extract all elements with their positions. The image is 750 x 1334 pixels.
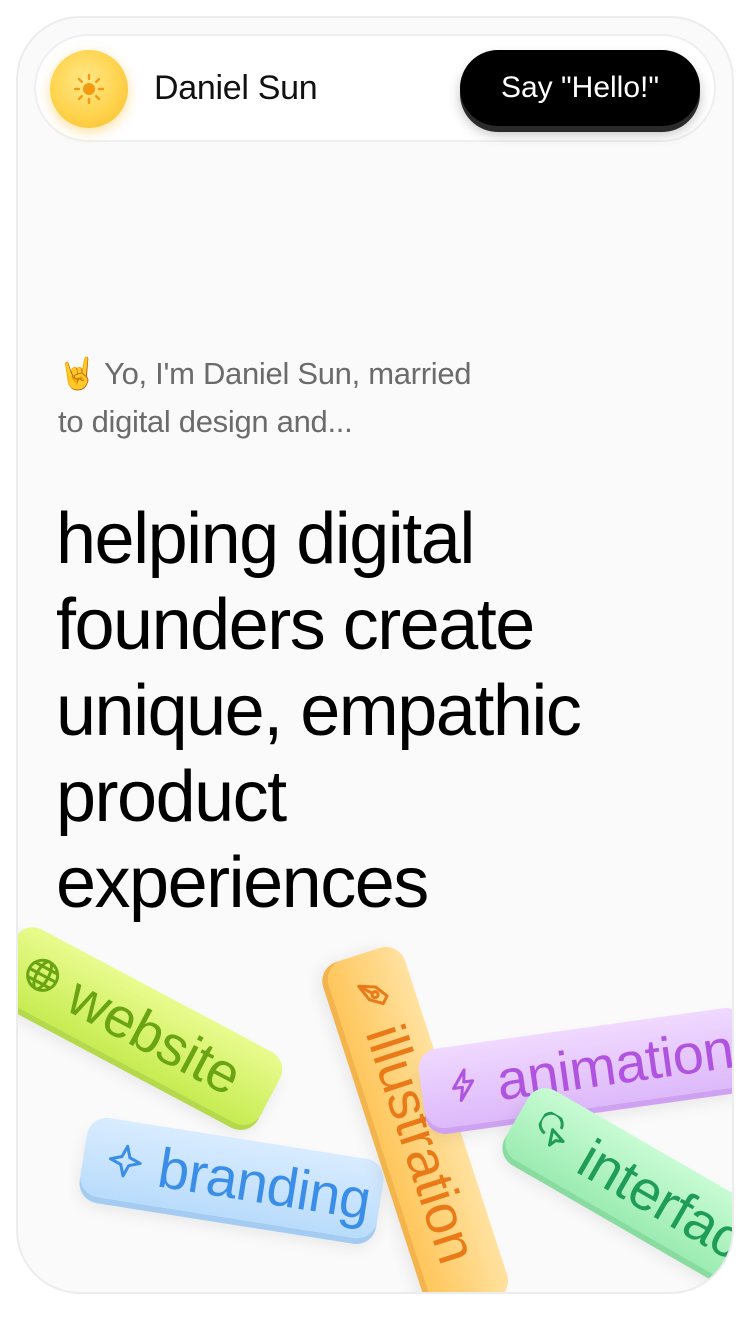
- sun-icon: [73, 73, 105, 105]
- globe-icon: [26, 958, 60, 992]
- tag-branding[interactable]: branding: [77, 1115, 387, 1241]
- tag-label: branding: [153, 1135, 376, 1232]
- tag-interface[interactable]: interface: [498, 1080, 734, 1292]
- hero-headline: helping digital founders create unique, …: [56, 496, 716, 926]
- cursor-click-icon: [538, 1111, 565, 1147]
- say-hello-button[interactable]: Say "Hello!": [460, 50, 700, 126]
- tag-label: interface: [568, 1126, 734, 1286]
- sparkle-icon: [109, 1144, 142, 1178]
- lightning-icon: [452, 1068, 475, 1103]
- intro-line-1: Yo, I'm Daniel Sun, married: [104, 356, 472, 391]
- headline-line: unique, empathic: [56, 671, 582, 751]
- headline-line: product: [56, 757, 287, 837]
- pen-nib-icon: [357, 984, 389, 1006]
- headline-line: helping digital: [56, 499, 475, 579]
- avatar[interactable]: [50, 50, 128, 128]
- headline-line: founders create: [56, 585, 535, 665]
- top-bar: Daniel Sun Say "Hello!": [34, 34, 716, 142]
- tag-website[interactable]: website: [18, 920, 290, 1132]
- site-owner-name[interactable]: Daniel Sun: [154, 69, 318, 108]
- rock-hand-emoji: 🤘: [58, 356, 97, 391]
- intro-text: 🤘 Yo, I'm Daniel Sun, married to digital…: [58, 350, 618, 446]
- intro-line-2: to digital design and...: [58, 404, 353, 439]
- headline-line: experiences: [56, 843, 429, 923]
- tag-label: website: [57, 963, 253, 1107]
- page-frame: Daniel Sun Say "Hello!" 🤘 Yo, I'm Daniel…: [16, 16, 734, 1294]
